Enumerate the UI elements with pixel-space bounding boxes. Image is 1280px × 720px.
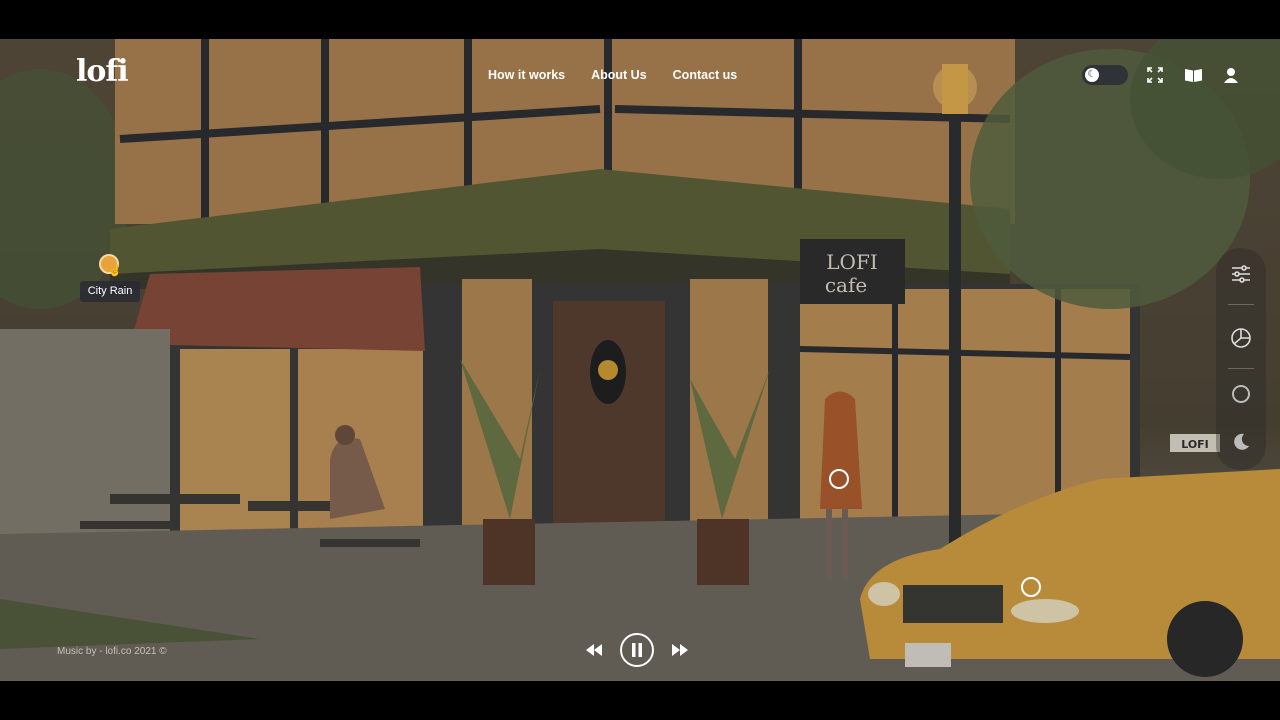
tool-rail (1216, 248, 1266, 470)
moon-icon: ☾ (1085, 68, 1099, 82)
fullscreen-icon[interactable] (1144, 64, 1166, 86)
mixer-icon[interactable] (1229, 326, 1253, 350)
pause-icon (632, 643, 642, 657)
scene-illustration: LOFI cafe LOFI (0, 39, 1280, 681)
cafe-scene: LOFI cafe LOFI (0, 39, 1280, 681)
moon-icon[interactable] (1229, 430, 1253, 454)
hand-cursor-icon: ☝ (108, 265, 122, 277)
hotspot-woman[interactable] (829, 469, 849, 489)
theme-toggle[interactable]: ☾ (1082, 65, 1128, 85)
previous-icon[interactable] (586, 644, 602, 656)
rail-divider (1228, 304, 1254, 305)
letterbox-bottom (0, 681, 1280, 720)
book-icon[interactable] (1182, 64, 1204, 86)
hotspot-taxi[interactable] (1021, 577, 1041, 597)
nav-how-it-works[interactable]: How it works (488, 67, 565, 83)
header-toolbar: ☾ (1082, 64, 1242, 86)
main-nav: How it works About Us Contact us (488, 67, 737, 83)
sliders-icon[interactable] (1229, 262, 1253, 286)
hotspot-tooltip: City Rain (80, 281, 140, 302)
next-icon[interactable] (672, 644, 688, 656)
circle-icon[interactable] (1229, 382, 1253, 406)
music-player (586, 633, 688, 667)
nav-contact-us[interactable]: Contact us (673, 67, 738, 83)
user-icon[interactable] (1220, 64, 1242, 86)
letterbox-top (0, 0, 1280, 39)
nav-about-us[interactable]: About Us (591, 67, 647, 83)
rail-divider (1228, 368, 1254, 369)
pause-button[interactable] (620, 633, 654, 667)
lofi-logo[interactable]: lofi (76, 56, 129, 88)
music-credit: Music by - lofi.co 2021 © (57, 646, 167, 657)
